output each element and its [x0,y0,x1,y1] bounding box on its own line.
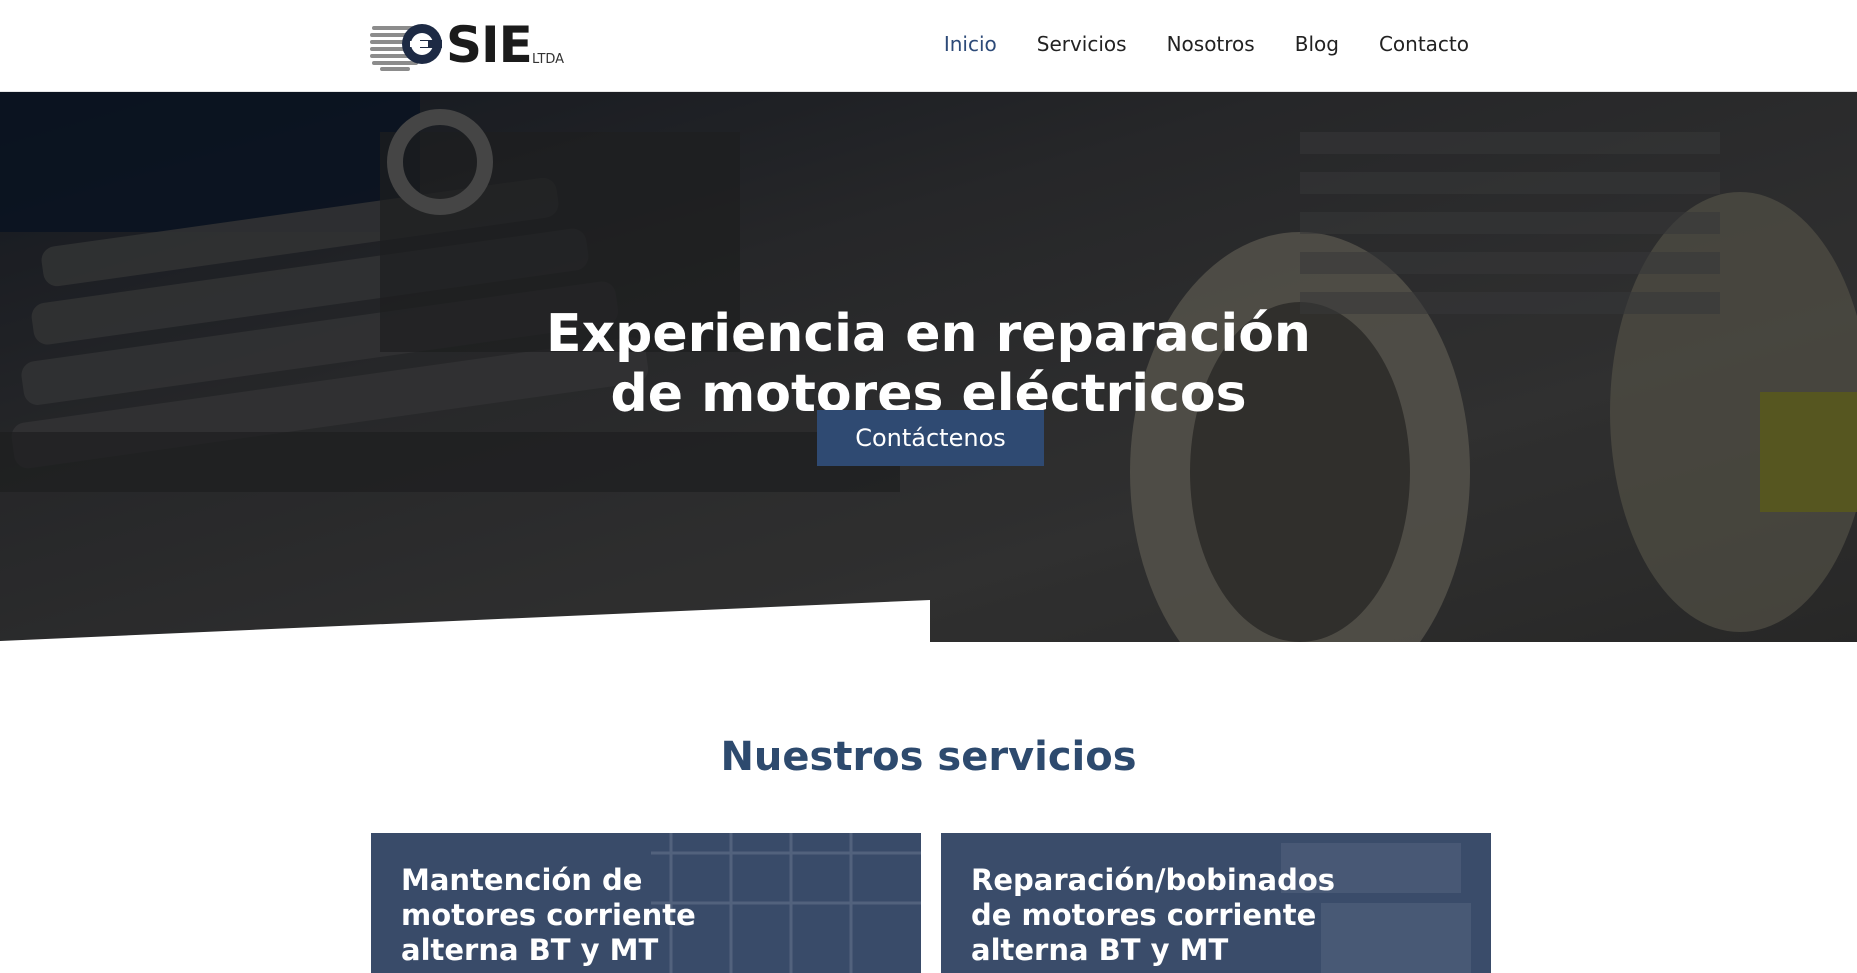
contact-button[interactable]: Contáctenos [817,410,1044,466]
logo-subtext: LTDA [532,52,565,67]
nav-servicios[interactable]: Servicios [1037,32,1127,56]
logo-text: SIE [446,16,533,74]
site-header: SIE LTDA Inicio Servicios Nosotros Blog … [0,0,1857,92]
main-nav: Inicio Servicios Nosotros Blog Contacto [904,32,1469,56]
service-card-title: Reparación/bobinados de motores corrient… [971,863,1336,967]
motor-logo-icon [370,24,442,71]
nav-blog[interactable]: Blog [1295,32,1339,56]
services-heading: Nuestros servicios [720,734,1137,780]
nav-contacto[interactable]: Contacto [1379,32,1469,56]
nav-nosotros[interactable]: Nosotros [1167,32,1255,56]
hero-title: Experiencia en reparación de motores elé… [0,304,1857,424]
nav-inicio[interactable]: Inicio [944,32,997,56]
company-logo[interactable]: SIE LTDA [370,16,570,74]
hero-angled-divider [0,600,930,642]
service-card-title: Mantención de motores corriente alterna … [401,863,696,967]
hero-banner: Experiencia en reparación de motores elé… [0,92,1857,642]
service-card[interactable]: Mantención de motores corriente alterna … [371,833,921,973]
service-card[interactable]: Reparación/bobinados de motores corrient… [941,833,1491,973]
hero-title-line-1: Experiencia en reparación [546,303,1311,364]
